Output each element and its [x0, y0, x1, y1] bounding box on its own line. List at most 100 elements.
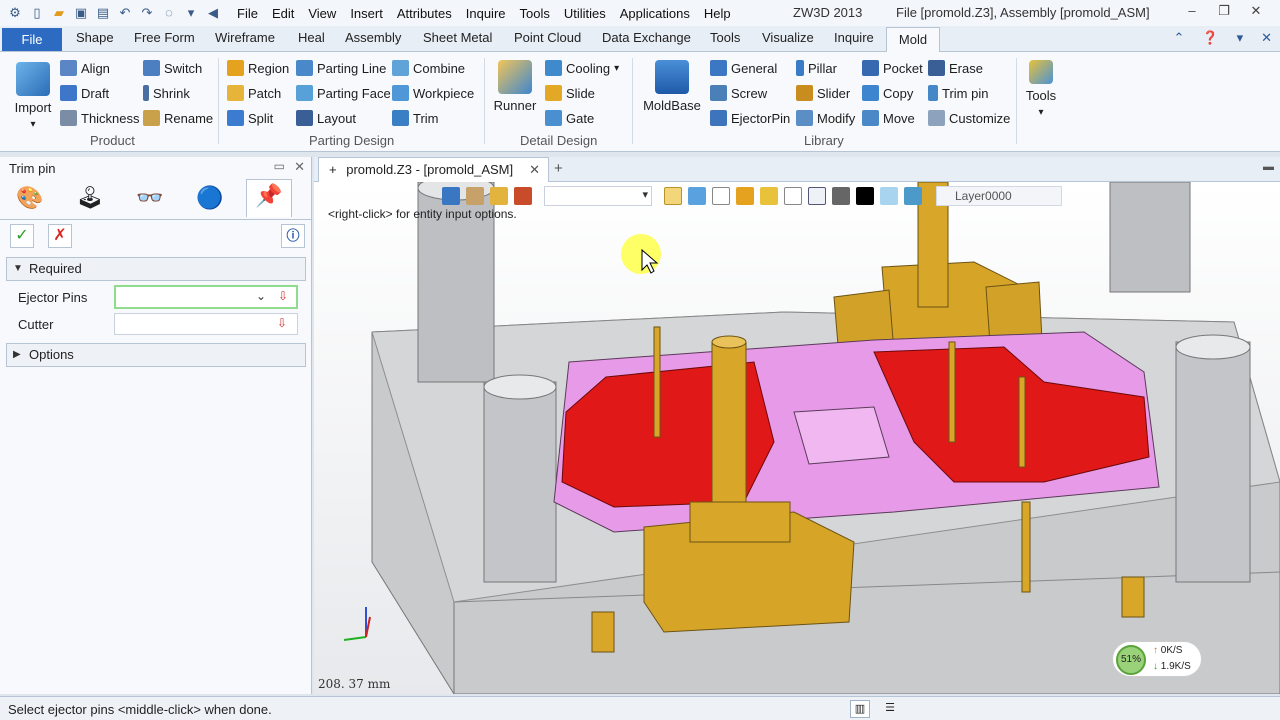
general-button[interactable]: General	[710, 60, 777, 76]
cube-view-icon[interactable]	[688, 187, 706, 205]
restore-icon[interactable]: ❐	[1208, 3, 1240, 19]
app-logo-icon[interactable]: ⚙	[7, 5, 23, 21]
menu-insert[interactable]: Insert	[350, 6, 383, 21]
rename-button[interactable]: Rename	[143, 110, 213, 126]
gate-button[interactable]: Gate	[545, 110, 594, 126]
double-chevron-down-icon[interactable]: ⌄	[256, 289, 266, 303]
modify-button[interactable]: Modify	[796, 110, 855, 126]
panel-close-icon[interactable]: ✕	[294, 159, 305, 175]
tab-list-menu-icon[interactable]: ▬	[1263, 161, 1274, 173]
ribbon-close-icon[interactable]: ✕	[1261, 30, 1272, 46]
menu-edit[interactable]: Edit	[272, 6, 294, 21]
render-mode-icon[interactable]	[760, 187, 778, 205]
new-file-icon[interactable]: ▯	[29, 5, 45, 21]
info-icon[interactable]: ⓘ	[281, 224, 305, 248]
collapse-ribbon-icon[interactable]: ⌃	[1173, 30, 1184, 46]
sphere-icon[interactable]: 🔵	[193, 182, 227, 214]
menu-view[interactable]: View	[308, 6, 336, 21]
import-button[interactable]: Import ▾	[10, 62, 56, 130]
move-button[interactable]: Move	[862, 110, 915, 126]
screw-button[interactable]: Screw	[710, 85, 767, 101]
combine-button[interactable]: Combine	[392, 60, 465, 76]
tab-wireframe[interactable]: Wireframe	[215, 30, 275, 45]
customize-button[interactable]: Customize	[928, 110, 1010, 126]
pillar-button[interactable]: Pillar	[796, 60, 837, 76]
save-icon[interactable]: ▣	[73, 5, 89, 21]
runner-button[interactable]: Runner	[492, 60, 538, 113]
workpiece-button[interactable]: Workpiece	[392, 85, 474, 101]
ejectorpin-button[interactable]: EjectorPin	[710, 110, 790, 126]
shrink-button[interactable]: Shrink	[143, 85, 190, 101]
refresh-icon[interactable]: ◌	[161, 5, 177, 21]
close-icon[interactable]: ✕	[1240, 3, 1272, 19]
undo-icon[interactable]: ↶	[117, 5, 133, 21]
cancel-x-icon[interactable]: ✗	[48, 224, 72, 248]
tab-sheet-metal[interactable]: Sheet Metal	[423, 30, 492, 45]
back-arrow-icon[interactable]: ◀	[205, 5, 221, 21]
switch-button[interactable]: Switch	[143, 60, 202, 76]
document-tab[interactable]: + promold.Z3 - [promold_ASM] ✕	[318, 157, 549, 182]
menu-attributes[interactable]: Attributes	[397, 6, 452, 21]
help-dropdown-icon[interactable]: ▾	[1237, 30, 1244, 46]
tab-inquire[interactable]: Inquire	[834, 30, 874, 45]
filter-combo[interactable]	[544, 186, 652, 206]
redo-icon[interactable]: ↷	[139, 5, 155, 21]
zoom-fit-icon[interactable]	[784, 187, 802, 205]
pick-arrow-icon[interactable]: ⇩	[277, 316, 287, 330]
bar-chart-icon[interactable]	[514, 187, 532, 205]
hexagon-icon[interactable]	[736, 187, 754, 205]
pin-panel-icon[interactable]: ▭	[274, 159, 285, 173]
trim-pin-tab-icon[interactable]: 📌	[246, 179, 292, 217]
list-view-icon[interactable]: ☰	[880, 700, 900, 718]
required-section-header[interactable]: ▼ Required	[6, 257, 306, 281]
menu-file[interactable]: File	[237, 6, 258, 21]
cutter-input[interactable]: ⇩	[114, 313, 298, 335]
new-tab-plus-icon[interactable]: +	[554, 160, 563, 177]
panel-toggle-icon[interactable]: ▥	[850, 700, 870, 718]
layer-combo[interactable]: Layer0000	[936, 186, 1062, 206]
help-icon[interactable]: ❓	[1202, 30, 1218, 46]
menu-help[interactable]: Help	[704, 6, 731, 21]
align-button[interactable]: Align	[60, 60, 110, 76]
tab-shape[interactable]: Shape	[76, 30, 114, 45]
tab-data-exchange[interactable]: Data Exchange	[602, 30, 691, 45]
slider-button[interactable]: Slider	[796, 85, 850, 101]
palette-icon[interactable]: 🎨	[13, 182, 47, 214]
patch-button[interactable]: Patch	[227, 85, 281, 101]
trim-button[interactable]: Trim	[392, 110, 439, 126]
wireframe-cube-icon[interactable]	[712, 187, 730, 205]
glasses-icon[interactable]: 👓	[133, 182, 167, 214]
pocket-button[interactable]: Pocket	[862, 60, 923, 76]
trim-pin-button[interactable]: Trim pin	[928, 85, 988, 101]
document-close-icon[interactable]: ✕	[529, 158, 540, 181]
joystick-icon[interactable]: 🕹	[73, 182, 107, 214]
menu-tools[interactable]: Tools	[520, 6, 550, 21]
tab-visualize[interactable]: Visualize	[762, 30, 814, 45]
pick-filter-icon[interactable]	[442, 187, 460, 205]
dropdown-arrow-icon[interactable]: ▾	[183, 5, 199, 21]
tab-tools[interactable]: Tools	[710, 30, 740, 45]
minimize-icon[interactable]: –	[1176, 3, 1208, 19]
section-icon[interactable]	[808, 187, 826, 205]
slide-button[interactable]: Slide	[545, 85, 595, 101]
parting-line-button[interactable]: Parting Line	[296, 60, 386, 76]
menu-inquire[interactable]: Inquire	[466, 6, 506, 21]
tab-point-cloud[interactable]: Point Cloud	[514, 30, 581, 45]
tab-heal[interactable]: Heal	[298, 30, 325, 45]
split-button[interactable]: Split	[227, 110, 273, 126]
mold-assembly-model[interactable]	[314, 182, 1280, 694]
menu-utilities[interactable]: Utilities	[564, 6, 606, 21]
print-icon[interactable]: ▤	[95, 5, 111, 21]
thickness-button[interactable]: Thickness	[60, 110, 140, 126]
ejector-pins-input[interactable]: ⌄ ⇩	[114, 285, 298, 309]
shaded-view-icon[interactable]	[664, 187, 682, 205]
3d-viewport[interactable]: Layer0000 <right-click> for entity input…	[314, 182, 1280, 694]
menu-applications[interactable]: Applications	[620, 6, 690, 21]
moldbase-button[interactable]: MoldBase	[641, 60, 703, 113]
open-folder-icon[interactable]: ▰	[51, 5, 67, 21]
erase-button[interactable]: Erase	[928, 60, 983, 76]
copy-button[interactable]: Copy	[862, 85, 913, 101]
tab-assembly[interactable]: Assembly	[345, 30, 401, 45]
layout-button[interactable]: Layout	[296, 110, 356, 126]
draft-button[interactable]: Draft	[60, 85, 109, 101]
